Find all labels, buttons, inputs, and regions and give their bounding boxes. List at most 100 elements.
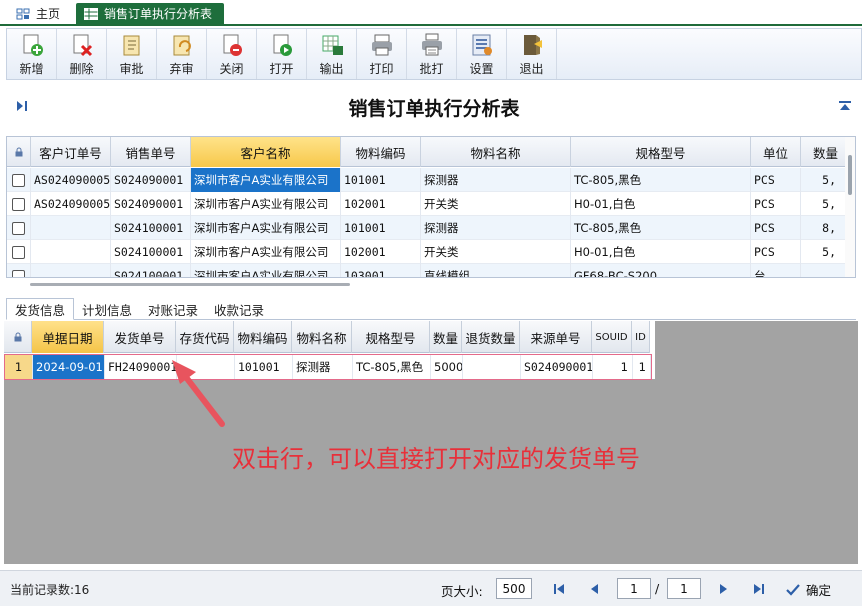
toolbar-button-close-doc[interactable]: 关闭 [207, 29, 257, 79]
detail-tabs: 发货信息 计划信息 对账记录 收款记录 [6, 298, 856, 320]
confirm-label: 确定 [806, 583, 832, 598]
row-checkbox[interactable] [12, 173, 25, 187]
shipment-column-header[interactable]: 单据日期 [32, 321, 104, 353]
toolbar-button-open-doc[interactable]: 打开 [257, 29, 307, 79]
home-icon [16, 8, 30, 19]
row-checkbox[interactable] [12, 197, 25, 211]
grid-cell: 台 [751, 264, 801, 277]
collapse-top-icon[interactable] [838, 100, 852, 112]
table-row[interactable]: AS024090005 S024090001 深圳市客户A实业有限公司 102001 开… [7, 192, 851, 216]
tab-bar: 主页 销售订单执行分析表 [0, 0, 862, 26]
record-count: 当前记录数:16 [10, 583, 90, 597]
toolbar-button-label: 打开 [269, 62, 294, 76]
shipment-column-header[interactable]: SOUID [592, 321, 632, 353]
grid-cell [801, 264, 851, 277]
prev-page-icon[interactable] [586, 580, 604, 598]
scrollbar-thumb[interactable] [848, 155, 852, 195]
toolbar-button-label: 新增 [19, 62, 44, 76]
toolbar-button-settings[interactable]: 设置 [457, 29, 507, 79]
grid-cell: 深圳市客户A实业有限公司 [191, 240, 341, 264]
shipment-column-header[interactable]: 物料名称 [292, 321, 352, 353]
shipment-cell [463, 355, 521, 379]
toolbar-button-label: 输出 [319, 62, 344, 76]
table-row[interactable]: S024100001 深圳市客户A实业有限公司 101001 探测器 TC-805,黑色… [7, 216, 851, 240]
current-page-input[interactable]: 1 [617, 578, 651, 599]
total-pages: 1 [667, 578, 701, 599]
grid-cell: S024090001 [111, 192, 191, 216]
add-doc-icon [23, 34, 43, 56]
grid-column-header[interactable]: 销售单号 [111, 137, 191, 167]
grid-column-header[interactable]: 单位 [751, 137, 801, 167]
lock-icon [14, 332, 21, 342]
open-doc-icon [273, 34, 292, 56]
toolbar-button-label: 退出 [519, 62, 544, 76]
grid-cell: 深圳市客户A实业有限公司 [191, 216, 341, 240]
status-bar: 当前记录数:16 页大小: 500 1 / 1 确定 [0, 570, 862, 606]
first-page-icon[interactable] [550, 580, 568, 598]
grid-column-header[interactable]: 客户名称 [191, 137, 341, 167]
toolbar: 新增 删除 审批 弃审 关闭 打开 输出 打印 批打 设置 退出 [6, 28, 862, 80]
toolbar-button-approve[interactable]: 审批 [107, 29, 157, 79]
shipment-column-header[interactable]: 物料编码 [234, 321, 292, 353]
shipment-column-header[interactable]: 退货数量 [462, 321, 520, 353]
toolbar-button-batch-print[interactable]: 批打 [407, 29, 457, 79]
last-page-icon[interactable] [750, 580, 768, 598]
horizontal-scrollbar[interactable] [30, 283, 350, 286]
next-page-icon[interactable] [714, 580, 732, 598]
grid-cell: 开关类 [421, 192, 571, 216]
toolbar-button-unapprove[interactable]: 弃审 [157, 29, 207, 79]
tab-sales-analysis[interactable]: 销售订单执行分析表 [76, 3, 224, 24]
grid-cell: 探测器 [421, 168, 571, 192]
grid-cell: 直线模组 [421, 264, 571, 277]
print-icon [371, 34, 392, 56]
grid-cell [31, 264, 111, 277]
row-checkbox[interactable] [12, 221, 25, 235]
row-checkbox[interactable] [12, 269, 25, 277]
shipment-row[interactable]: 1 2024-09-01 FH24090001 101001 探测器 TC-805,黑色 5… [4, 354, 652, 380]
shipment-column-header[interactable]: 发货单号 [104, 321, 176, 353]
tab-detail-3[interactable]: 收款记录 [206, 298, 272, 320]
tab-home-label: 主页 [36, 7, 61, 21]
grid-cell: 102001 [341, 240, 421, 264]
table-row[interactable]: AS024090005 S024090001 深圳市客户A实业有限公司 101001 探… [7, 168, 851, 192]
table-row[interactable]: S024100001 深圳市客户A实业有限公司 102001 开关类 H0-01,白色 P… [7, 240, 851, 264]
tab-detail-0[interactable]: 发货信息 [6, 298, 75, 320]
shipment-column-header[interactable]: 数量 [430, 321, 462, 353]
grid-cell: S024100001 [111, 264, 191, 277]
grid-cell: 深圳市客户A实业有限公司 [191, 192, 341, 216]
grid-column-header[interactable]: 物料名称 [421, 137, 571, 167]
shipment-column-header[interactable]: 存货代码 [176, 321, 234, 353]
shipment-column-header[interactable]: 规格型号 [352, 321, 430, 353]
grid-cell: TC-805,黑色 [571, 216, 751, 240]
toolbar-button-add-doc[interactable]: 新增 [7, 29, 57, 79]
grid-cell: 5, [801, 168, 851, 192]
tab-detail-1[interactable]: 计划信息 [74, 298, 140, 320]
tab-home[interactable]: 主页 [8, 3, 68, 24]
grid-column-header[interactable]: 规格型号 [571, 137, 751, 167]
table-row[interactable]: S024100001 深圳市客户A实业有限公司 103001 直线模组 GF68-BC-… [7, 264, 851, 277]
tab-detail-2[interactable]: 对账记录 [140, 298, 206, 320]
shipment-column-header[interactable]: ID [632, 321, 650, 353]
grid-cell [31, 240, 111, 264]
grid-cell: 5, [801, 192, 851, 216]
shipment-cell: TC-805,黑色 [353, 355, 431, 379]
grid-column-header[interactable]: 客户订单号 [31, 137, 111, 167]
row-checkbox[interactable] [12, 245, 25, 259]
grid-header: 客户订单号 销售单号 客户名称 物料编码 物料名称 规格型号 单位 数量 [7, 137, 851, 167]
toolbar-button-export[interactable]: 输出 [307, 29, 357, 79]
toolbar-button-delete-doc[interactable]: 删除 [57, 29, 107, 79]
vertical-scrollbar[interactable] [845, 137, 855, 277]
toolbar-button-print[interactable]: 打印 [357, 29, 407, 79]
grid-column-header[interactable]: 数量 [801, 137, 851, 167]
shipment-column-header[interactable]: 来源单号 [520, 321, 592, 353]
grid-cell: PCS [751, 240, 801, 264]
confirm-button[interactable]: 确定 [786, 580, 831, 599]
shipment-header-lock [4, 321, 32, 353]
page-size-input[interactable]: 500 [496, 578, 532, 599]
shipment-cell: 5000 [431, 355, 463, 379]
toolbar-button-exit[interactable]: 退出 [507, 29, 557, 79]
row-checkbox-cell [7, 216, 31, 240]
grid-column-header[interactable]: 物料编码 [341, 137, 421, 167]
page-size-label: 页大小: [441, 584, 483, 599]
shipment-cell: 101001 [235, 355, 293, 379]
